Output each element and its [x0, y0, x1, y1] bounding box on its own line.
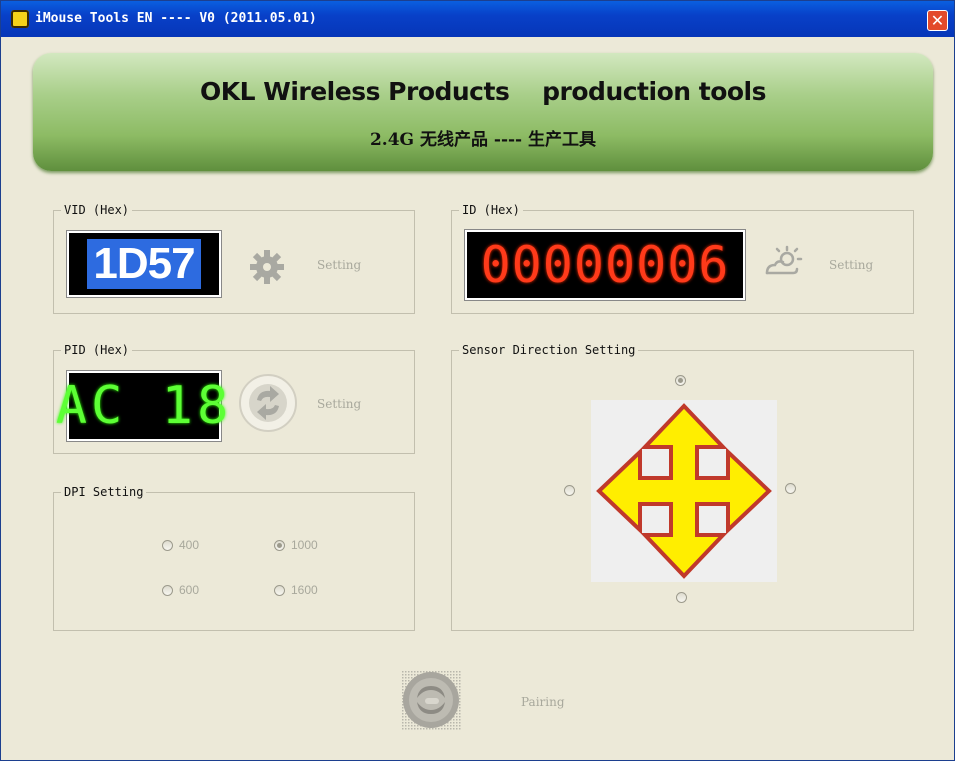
- vid-display: 1D57: [67, 231, 221, 297]
- sensor-radio-up[interactable]: [675, 375, 686, 386]
- window-title: iMouse Tools EN ---- V0 (2011.05.01): [35, 11, 317, 26]
- pid-value: AC 18: [55, 376, 233, 436]
- sun-cloud-icon[interactable]: [763, 245, 805, 279]
- banner-title: OKL Wireless Products production tools: [199, 77, 767, 106]
- sensor-radio-down[interactable]: [676, 592, 687, 603]
- gear-icon[interactable]: [247, 247, 287, 287]
- dpi-legend: DPI Setting: [64, 485, 144, 499]
- sensor-radio-left[interactable]: [564, 485, 575, 496]
- refresh-icon[interactable]: [237, 372, 299, 434]
- dpi-radio-600[interactable]: [162, 585, 173, 596]
- dpi-label-1000: 1000: [291, 538, 318, 552]
- id-legend: ID (Hex): [462, 203, 520, 217]
- vid-value: 1D57: [87, 239, 201, 289]
- id-display: 00000006: [465, 230, 745, 300]
- dpi-label-1600: 1600: [291, 583, 318, 597]
- app-icon: [11, 10, 29, 28]
- dpi-label-400: 400: [179, 538, 200, 552]
- sensor-direction-legend: Sensor Direction Setting: [462, 343, 636, 357]
- dpi-radio-1600[interactable]: [274, 585, 285, 596]
- sensor-radio-right[interactable]: [785, 483, 796, 494]
- close-button[interactable]: ✕: [927, 10, 948, 31]
- header-banner: OKL Wireless Products production tools 2…: [33, 53, 933, 171]
- four-way-arrow-icon: [591, 400, 777, 582]
- pairing-button-icon[interactable]: [399, 668, 463, 732]
- banner-subtitle: 2.4G 无线产品 ---- 生产工具: [369, 130, 597, 150]
- main-window: iMouse Tools EN ---- V0 (2011.05.01) ✕ O…: [0, 0, 955, 761]
- dpi-radio-400[interactable]: [162, 540, 173, 551]
- dpi-radio-1000[interactable]: [274, 540, 285, 551]
- id-setting-label[interactable]: Setting: [829, 258, 873, 272]
- pid-setting-label[interactable]: Setting: [317, 397, 361, 411]
- vid-legend: VID (Hex): [64, 203, 130, 217]
- vid-setting-label[interactable]: Setting: [317, 258, 361, 272]
- dpi-group: DPI Setting: [53, 485, 415, 631]
- pid-legend: PID (Hex): [64, 343, 130, 357]
- title-bar[interactable]: iMouse Tools EN ---- V0 (2011.05.01) ✕: [1, 1, 954, 37]
- pid-display: AC 18: [56, 371, 228, 441]
- id-value: 00000006: [480, 236, 730, 294]
- pairing-label[interactable]: Pairing: [521, 695, 565, 709]
- dpi-label-600: 600: [179, 583, 200, 597]
